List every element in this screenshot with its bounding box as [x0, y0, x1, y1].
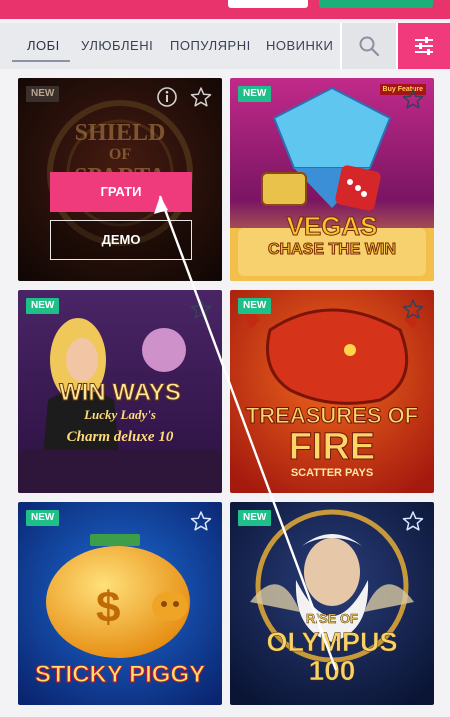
tab-popular[interactable]: ПОПУЛЯРНІ [170, 38, 251, 53]
category-tabs: ЛОБІ УЛЮБЛЕНІ ПОПУЛЯРНІ НОВИНКИ [0, 23, 340, 69]
search-icon [359, 36, 380, 57]
game-title: RISE OF OLYMPUS 100 [266, 611, 398, 686]
favorite-star-icon[interactable] [190, 298, 212, 320]
category-nav: ЛОБІ УЛЮБЛЕНІ ПОПУЛЯРНІ НОВИНКИ [0, 23, 450, 69]
favorite-star-icon[interactable] [190, 510, 212, 532]
register-button[interactable] [319, 0, 433, 8]
favorite-star-icon[interactable] [402, 88, 424, 110]
new-badge: NEW [238, 510, 272, 526]
favorite-star-icon[interactable] [402, 298, 424, 320]
tab-favorites[interactable]: УЛЮБЛЕНІ [81, 38, 153, 53]
filter-button[interactable] [398, 23, 450, 69]
game-card-sticky-piggy[interactable]: $ STICKY PIGGY NEW [18, 502, 222, 705]
game-card-win-ways[interactable]: WIN WAYS Lucky Lady's Charm deluxe 10 NE… [18, 290, 222, 493]
info-icon[interactable] [156, 86, 178, 108]
favorite-star-icon[interactable] [402, 510, 424, 532]
tab-lobby[interactable]: ЛОБІ [27, 38, 60, 53]
login-button[interactable] [228, 0, 308, 8]
game-title: TREASURES OF FIRE SCATTER PAYS [245, 403, 419, 479]
game-card-shield-of-sparta[interactable]: SHIELD OF SPARTA NEW ГРАТИ ДЕМО [18, 78, 222, 281]
active-tab-indicator [12, 60, 70, 62]
svg-text:$: $ [96, 583, 120, 632]
game-title: WIN WAYS Lucky Lady's Charm deluxe 10 [59, 379, 182, 445]
favorite-star-icon[interactable] [190, 86, 212, 108]
new-badge: NEW [26, 298, 60, 314]
tab-new[interactable]: НОВИНКИ [266, 38, 333, 53]
search-button[interactable] [342, 23, 396, 69]
game-card-vegas-chase-the-win[interactable]: VEGAS CHASE THE WIN Buy Feature NEW [230, 78, 434, 281]
new-badge: NEW [238, 86, 272, 102]
demo-button[interactable]: ДЕМО [50, 220, 192, 260]
game-card-rise-of-olympus-100[interactable]: RISE OF OLYMPUS 100 NEW [230, 502, 434, 705]
game-card-treasures-of-fire[interactable]: TREASURES OF FIRE SCATTER PAYS NEW [230, 290, 434, 493]
game-title: STICKY PIGGY [34, 661, 206, 688]
new-badge: NEW [26, 86, 60, 102]
game-title: VEGAS CHASE THE WIN [268, 211, 397, 259]
new-badge: NEW [26, 510, 60, 526]
new-badge: NEW [238, 298, 272, 314]
sliders-icon [415, 37, 433, 55]
header-bar [0, 0, 450, 19]
play-button[interactable]: ГРАТИ [50, 172, 192, 212]
